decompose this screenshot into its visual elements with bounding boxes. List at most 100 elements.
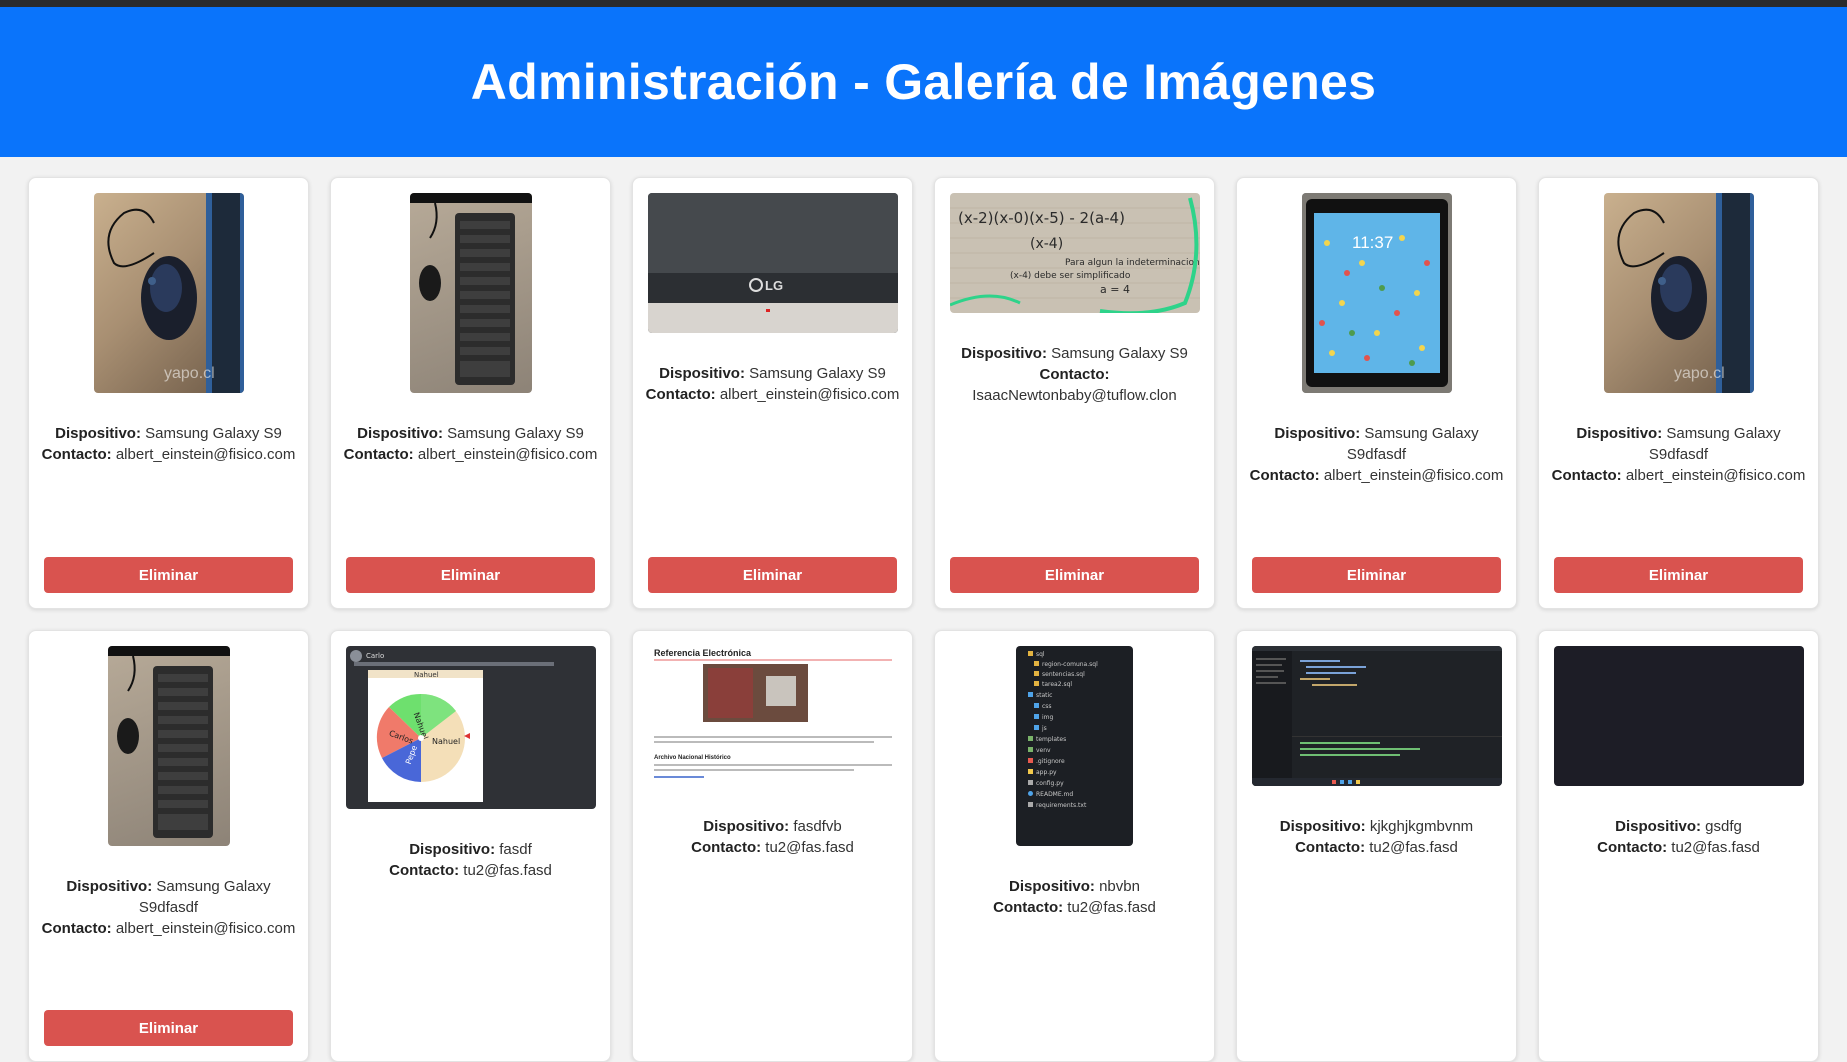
device-label: Dispositivo: — [1279, 818, 1366, 835]
svg-text:Archivo Nacional Histórico: Archivo Nacional Histórico — [654, 755, 731, 761]
device-label: Dispositivo: — [961, 345, 1047, 362]
svg-text:img: img — [1042, 714, 1054, 721]
svg-text:Nahuel: Nahuel — [414, 671, 439, 679]
gallery-card: 11:37 Dispositivo: Samsung Galaxy S9dfas… — [1236, 177, 1517, 609]
svg-text:sql: sql — [1036, 651, 1045, 658]
delete-button[interactable]: Eliminar — [346, 557, 595, 593]
device-label: Dispositivo: — [409, 841, 496, 858]
card-info: Dispositivo: Samsung Galaxy S9 Contacto:… — [32, 423, 306, 465]
contact-label: Contacto: — [343, 446, 414, 463]
svg-text:.gitignore: .gitignore — [1036, 758, 1065, 765]
delete-button[interactable]: Eliminar — [950, 557, 1199, 593]
svg-text:(x-2)(x-0)(x-5) - 2(a-4): (x-2)(x-0)(x-5) - 2(a-4) — [958, 209, 1125, 227]
device-value: Samsung Galaxy S9dfasdf — [138, 878, 271, 916]
contact-label: Contacto: — [389, 862, 460, 879]
mouse-photo: yapo.cl — [1603, 193, 1754, 393]
device-label: Dispositivo: — [1274, 425, 1361, 442]
svg-text:a = 4: a = 4 — [1100, 283, 1130, 296]
device-value: nbvbn — [1099, 878, 1140, 895]
delete-button[interactable]: Eliminar — [44, 557, 293, 593]
contact-value: tu2@fas.fasd — [463, 862, 552, 879]
contact-label: Contacto: — [1039, 366, 1110, 383]
svg-text:11:37: 11:37 — [1352, 233, 1393, 252]
gallery-card: Carlo Nahuel Nahuel Nahuel Carlos Pepe D… — [330, 630, 611, 1062]
svg-text:templates: templates — [1036, 736, 1066, 743]
card-info: Dispositivo: nbvbn Contacto: tu2@fas.fas… — [983, 876, 1166, 918]
file-tree-screenshot: sql region-comuna.sql sentencias.sql tar… — [1016, 646, 1133, 846]
contact-value: albert_einstein@fisico.com — [417, 446, 598, 463]
card-info: Dispositivo: fasdf Contacto: tu2@fas.fas… — [379, 839, 562, 881]
contact-label: Contacto: — [1295, 839, 1366, 856]
math-notes-photo: (x-2)(x-0)(x-5) - 2(a-4) (x-4) Para algu… — [949, 193, 1200, 313]
svg-text:tarea2.sql: tarea2.sql — [1042, 681, 1072, 688]
gallery-card: yapo.cl Dispositivo: Samsung Galaxy S9 C… — [28, 177, 309, 609]
svg-text:region-comuna.sql: region-comuna.sql — [1042, 661, 1098, 668]
contact-value: tu2@fas.fasd — [1369, 839, 1458, 856]
delete-button[interactable]: Eliminar — [1252, 557, 1501, 593]
contact-value: tu2@fas.fasd — [765, 839, 854, 856]
contact-value: IsaacNewtonbaby@tuflow.clon — [972, 387, 1177, 404]
gallery-card: sql region-comuna.sql sentencias.sql tar… — [934, 630, 1215, 1062]
device-value: Samsung Galaxy S9dfasdf — [1648, 425, 1781, 463]
contact-label: Contacto: — [691, 839, 762, 856]
svg-text:yapo.cl: yapo.cl — [1674, 365, 1725, 382]
svg-text:js: js — [1041, 725, 1047, 732]
dark-screenshot — [1553, 646, 1804, 786]
delete-button[interactable]: Eliminar — [44, 1010, 293, 1046]
tablet-photo: 11:37 — [1301, 193, 1452, 393]
card-info: Dispositivo: Samsung Galaxy S9 Contacto:… — [636, 363, 910, 405]
device-label: Dispositivo: — [66, 878, 153, 895]
page-title: Administración - Galería de Imágenes — [470, 54, 1377, 110]
svg-text:css: css — [1042, 703, 1052, 710]
svg-text:config.py: config.py — [1036, 780, 1064, 787]
contact-label: Contacto: — [1597, 839, 1668, 856]
device-label: Dispositivo: — [1009, 878, 1095, 895]
gallery-card: Dispositivo: gsdfg Contacto: tu2@fas.fas… — [1538, 630, 1819, 1062]
document-screenshot: Referencia Electrónica Archivo Nacional … — [647, 646, 898, 786]
svg-text:(x-4): (x-4) — [1030, 236, 1063, 252]
device-value: fasdf — [499, 841, 532, 858]
gallery-card: (x-2)(x-0)(x-5) - 2(a-4) (x-4) Para algu… — [934, 177, 1215, 609]
svg-text:(x-4) debe ser simplificado: (x-4) debe ser simplificado — [1010, 271, 1131, 281]
contact-value: tu2@fas.fasd — [1671, 839, 1760, 856]
device-value: Samsung Galaxy S9 — [447, 425, 584, 442]
contact-label: Contacto: — [993, 899, 1064, 916]
svg-text:README.md: README.md — [1036, 791, 1073, 798]
device-label: Dispositivo: — [1615, 818, 1701, 835]
code-editor-screenshot — [1251, 646, 1502, 786]
contact-label: Contacto: — [1551, 467, 1622, 484]
gallery-card: yapo.cl Dispositivo: Samsung Galaxy S9df… — [1538, 177, 1819, 609]
svg-text:app.py: app.py — [1036, 769, 1057, 776]
device-label: Dispositivo: — [659, 365, 745, 382]
device-value: Samsung Galaxy S9 — [749, 365, 886, 382]
svg-text:sentencias.sql: sentencias.sql — [1042, 671, 1085, 678]
gallery-card: Dispositivo: Samsung Galaxy S9 Contacto:… — [330, 177, 611, 609]
device-label: Dispositivo: — [703, 818, 790, 835]
keyboard-photo — [107, 646, 230, 846]
contact-value: albert_einstein@fisico.com — [1625, 467, 1806, 484]
card-info: Dispositivo: kjkghjkgmbvnm Contacto: tu2… — [1270, 816, 1483, 858]
device-value: gsdfg — [1705, 818, 1742, 835]
delete-button[interactable]: Eliminar — [648, 557, 897, 593]
contact-label: Contacto: — [1249, 467, 1320, 484]
svg-text:Nahuel: Nahuel — [432, 737, 460, 746]
contact-label: Contacto: — [645, 386, 716, 403]
image-gallery: yapo.cl Dispositivo: Samsung Galaxy S9 C… — [28, 177, 1819, 1062]
tv-photo: LG — [647, 193, 898, 333]
card-info: Dispositivo: gsdfg Contacto: tu2@fas.fas… — [1587, 816, 1770, 858]
delete-button[interactable]: Eliminar — [1554, 557, 1803, 593]
svg-text:LG: LG — [765, 278, 783, 293]
contact-label: Contacto: — [41, 446, 112, 463]
svg-text:requirements.txt: requirements.txt — [1036, 802, 1087, 809]
device-value: kjkghjkgmbvnm — [1369, 818, 1474, 835]
device-value: Samsung Galaxy S9 — [145, 425, 282, 442]
device-label: Dispositivo: — [357, 425, 443, 442]
device-label: Dispositivo: — [55, 425, 141, 442]
svg-text:Referencia Electrónica: Referencia Electrónica — [654, 648, 752, 658]
contact-value: albert_einstein@fisico.com — [115, 446, 296, 463]
page-header: Administración - Galería de Imágenes — [0, 7, 1847, 157]
svg-text:yapo.cl: yapo.cl — [164, 365, 215, 382]
device-value: Samsung Galaxy S9dfasdf — [1346, 425, 1479, 463]
wheel-screenshot: Carlo Nahuel Nahuel Nahuel Carlos Pepe — [345, 646, 596, 809]
card-info: Dispositivo: fasdfvb Contacto: tu2@fas.f… — [681, 816, 864, 858]
